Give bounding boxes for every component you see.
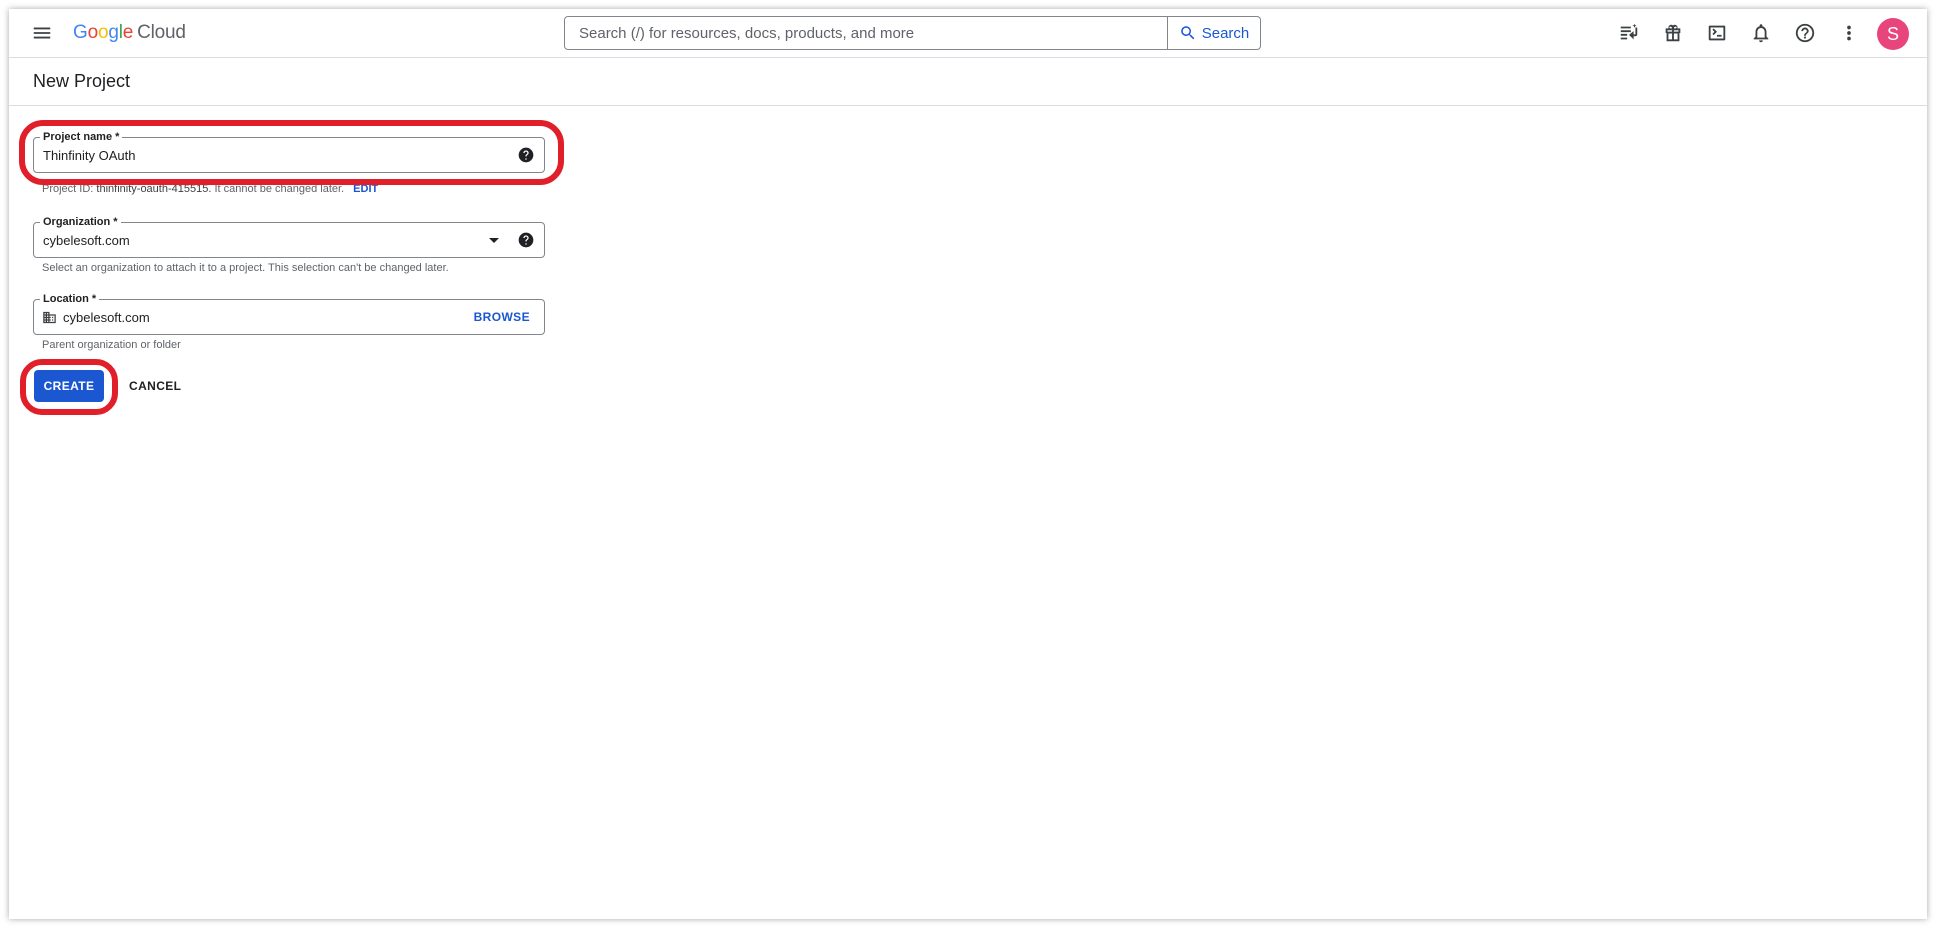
page-header: New Project xyxy=(9,57,1927,106)
page-title: New Project xyxy=(33,71,131,91)
browse-button[interactable]: BROWSE xyxy=(474,310,530,324)
project-name-label: Project name * xyxy=(40,130,123,144)
organization-help-icon[interactable] xyxy=(518,232,534,248)
project-name-field[interactable]: Project name * xyxy=(33,130,545,173)
more-vert-icon[interactable] xyxy=(1833,17,1865,49)
edit-project-id-link[interactable]: EDIT xyxy=(353,183,378,195)
search-button[interactable]: Search xyxy=(1167,17,1260,49)
browser-frame: GoogleCloud Search S New Pro xyxy=(9,9,1927,919)
search-bar: Search xyxy=(564,16,1261,50)
google-cloud-logo[interactable]: Google Cloud xyxy=(73,22,186,44)
top-app-bar: GoogleCloud Search S xyxy=(9,9,1927,58)
cloud-shell-icon[interactable] xyxy=(1701,17,1733,49)
logo-cloud-text: Cloud xyxy=(137,22,186,43)
logo-letter-o2: o xyxy=(97,22,109,43)
logo-letter-g: G xyxy=(73,22,88,43)
building-icon xyxy=(43,311,56,324)
organization-label: Organization * xyxy=(40,215,121,229)
location-value: cybelesoft.com xyxy=(63,310,150,325)
cancel-button[interactable]: CANCEL xyxy=(121,370,189,402)
organization-hint: Select an organization to attach it to a… xyxy=(42,262,449,274)
project-name-help-icon[interactable] xyxy=(518,147,534,163)
search-input[interactable] xyxy=(565,17,1167,49)
create-button[interactable]: CREATE xyxy=(34,370,104,402)
project-id-suffix: It cannot be changed later. xyxy=(214,183,345,195)
release-notes-icon[interactable] xyxy=(1613,17,1645,49)
location-hint: Parent organization or folder xyxy=(42,339,181,351)
project-id-value: thinfinity-oauth-415515. xyxy=(96,183,212,195)
logo-letter-g2: g xyxy=(108,22,119,43)
gift-icon[interactable] xyxy=(1657,17,1689,49)
search-icon xyxy=(1180,26,1195,40)
help-icon[interactable] xyxy=(1789,17,1821,49)
dropdown-arrow-icon[interactable] xyxy=(489,238,499,243)
search-button-label: Search xyxy=(1201,24,1250,42)
location-field[interactable]: Location * cybelesoft.com BROWSE xyxy=(33,292,545,335)
notifications-icon[interactable] xyxy=(1745,17,1777,49)
logo-letter-e: e xyxy=(122,22,134,43)
project-id-hint: Project ID: thinfinity-oauth-415515. It … xyxy=(42,183,378,195)
organization-field[interactable]: Organization * cybelesoft.com xyxy=(33,215,545,258)
logo-letter-o1: o xyxy=(87,22,99,43)
project-id-prefix: Project ID: xyxy=(42,183,94,195)
location-label: Location * xyxy=(40,292,100,306)
project-name-input[interactable] xyxy=(43,148,483,163)
organization-value: cybelesoft.com xyxy=(43,233,130,248)
menu-icon[interactable] xyxy=(26,17,58,49)
avatar[interactable]: S xyxy=(1877,18,1909,50)
